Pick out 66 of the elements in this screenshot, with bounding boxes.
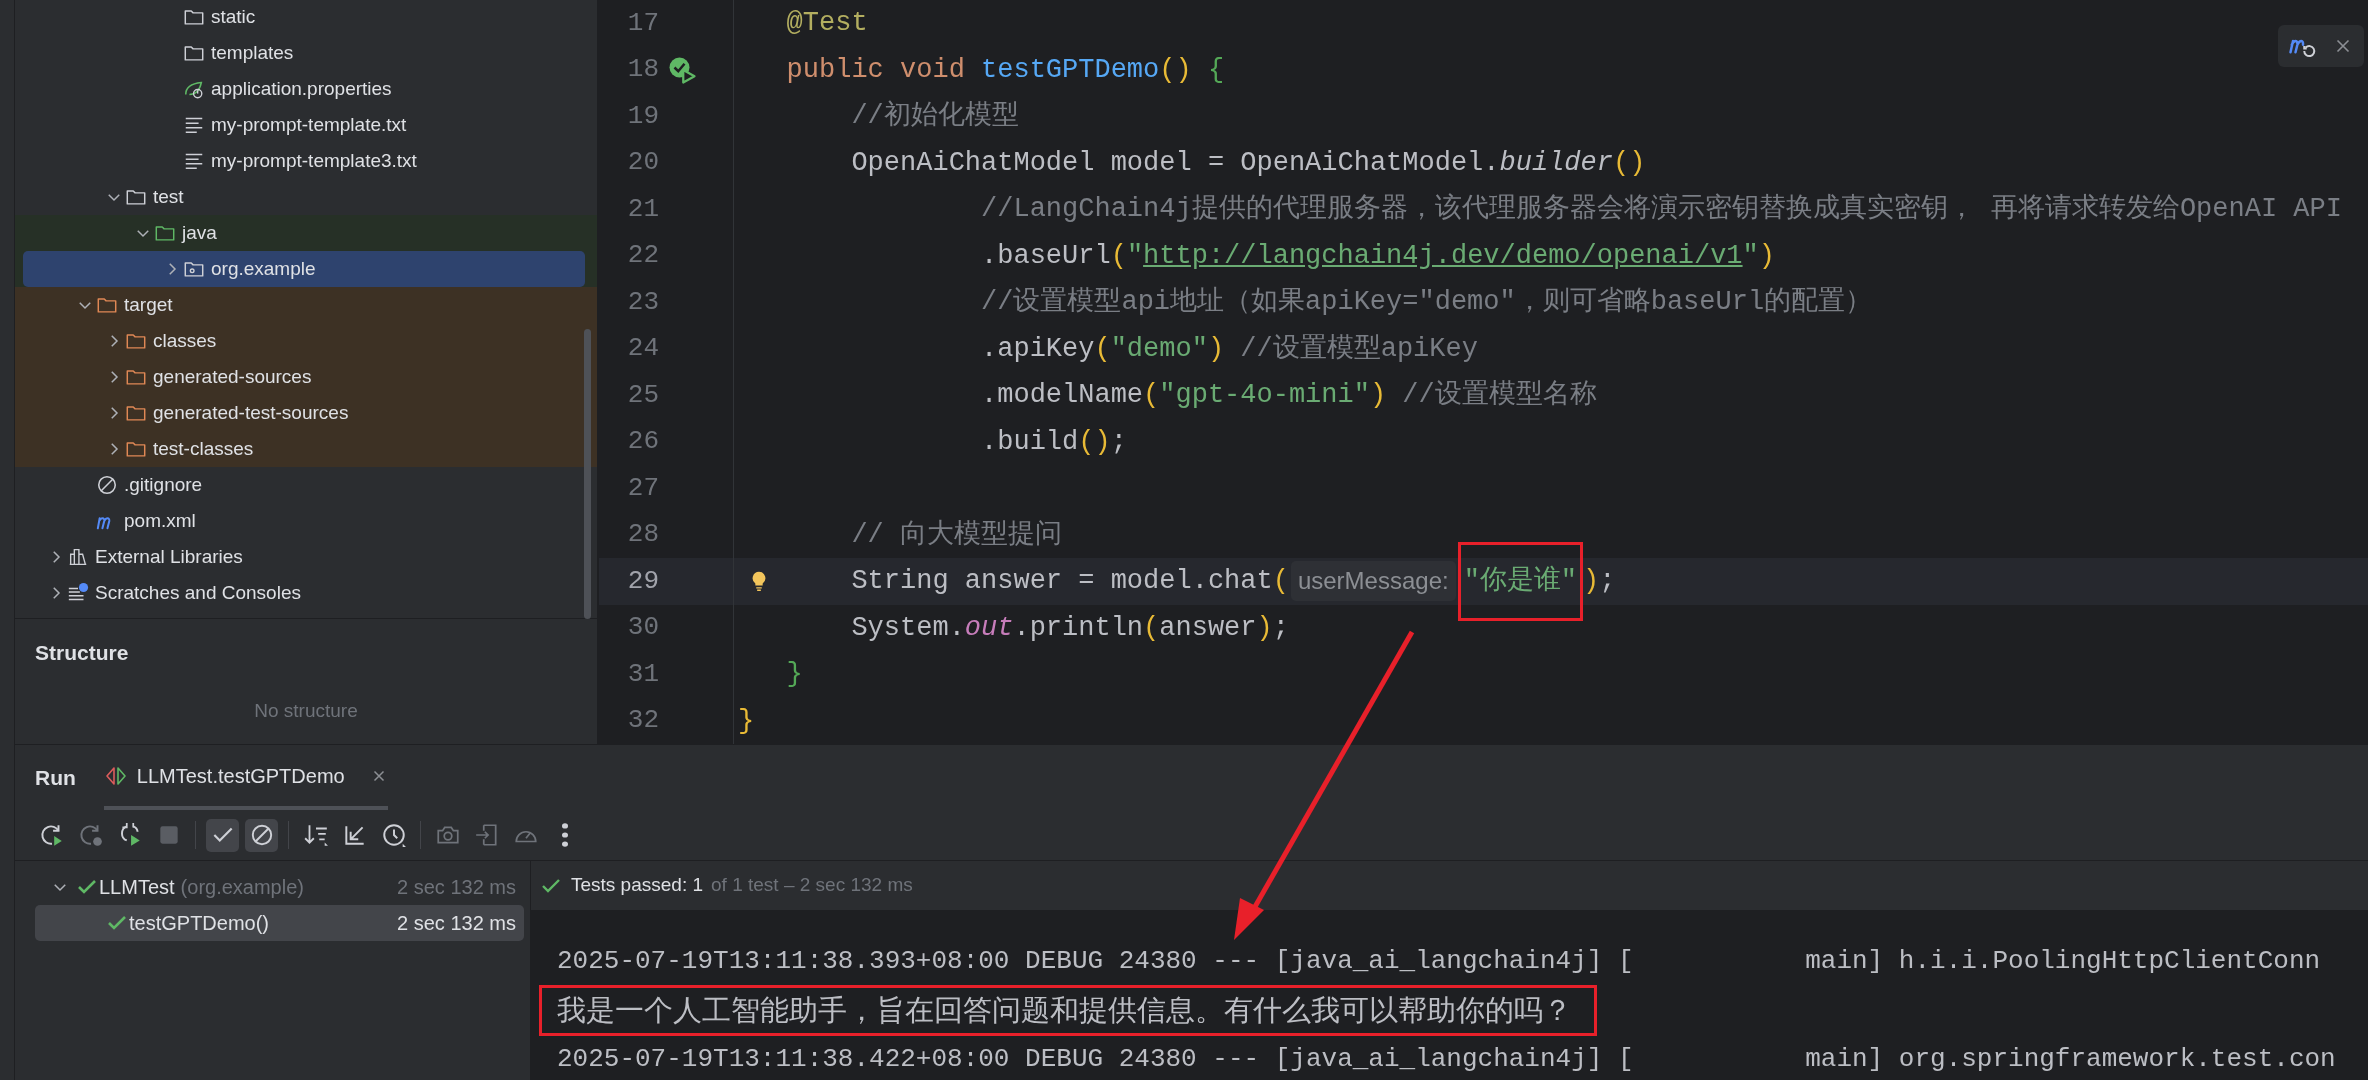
line-number: 29 xyxy=(626,564,659,598)
tree-item[interactable]: External Libraries xyxy=(23,539,585,575)
code-text: //设置模型api地址（如果apiKey="demo"，则可省略baseUrl的配置） xyxy=(981,285,1873,319)
code-text: public void testGPTDemo() { xyxy=(786,53,1225,87)
test-item[interactable]: testGPTDemo() 2 sec 132 ms xyxy=(35,905,524,941)
highlighted-output: 我是一个人工智能助手，旨在回答问题和提供信息。有什么我可以帮助你的吗？ xyxy=(539,984,1597,1037)
prohibited-icon xyxy=(96,474,118,496)
test-item[interactable]: LLMTest (org.example) 2 sec 132 ms xyxy=(35,869,524,905)
code-text: OpenAiChatModel model = OpenAiChatModel.builder() xyxy=(851,146,1646,180)
code-text: //LangChain4j提供的代理服务器，该代理服务器会将演示密钥替换成真实密钥， 再将请求转发给OpenAI API xyxy=(981,192,2342,226)
line-number: 27 xyxy=(626,471,659,505)
panel-title: Run xyxy=(35,764,76,791)
code-text: } xyxy=(738,704,755,738)
sort-icon xyxy=(302,822,329,848)
line-number: 17 xyxy=(626,6,659,40)
code-text: String answer = model.chat( xyxy=(851,565,1289,598)
code-text: .build(); xyxy=(981,425,1127,459)
code-text: .modelName("gpt-4o-mini") //设置模型名称 xyxy=(981,379,1597,412)
line-number: 23 xyxy=(626,285,659,319)
prohibited-button[interactable] xyxy=(245,818,278,852)
tree-item[interactable]: pom.xml xyxy=(23,503,585,539)
tree-item[interactable]: static xyxy=(23,0,585,35)
line-number: 31 xyxy=(626,657,659,691)
line-number: 26 xyxy=(626,425,659,459)
run-tab[interactable]: LLMTest.testGPTDemo xyxy=(103,745,388,810)
tree-item[interactable]: Scratches and Consoles xyxy=(23,575,585,611)
tree-item[interactable]: test xyxy=(23,179,585,215)
code-text: .baseUrl("http://langchain4j.dev/demo/openai/v1") xyxy=(981,239,1775,273)
line-number: 20 xyxy=(626,146,659,180)
line-number: 28 xyxy=(626,518,659,552)
line-number: 18 xyxy=(626,53,659,87)
rerun-icon xyxy=(77,822,104,848)
summary-text: Tests passed: 1 xyxy=(571,873,704,898)
code-text: // 向大模型提问 xyxy=(851,518,1063,552)
code-text: .apiKey("demo") //设置模型apiKey xyxy=(981,332,1478,366)
line-number: 25 xyxy=(626,378,659,412)
code-text: @Test xyxy=(786,7,868,40)
tree-item[interactable]: my-prompt-template3.txt xyxy=(23,143,585,179)
line-number: 30 xyxy=(626,611,659,645)
line-number: 22 xyxy=(626,239,659,273)
tree-item[interactable]: my-prompt-template.txt xyxy=(23,107,585,143)
line-number: 24 xyxy=(626,332,659,366)
console-line: 2025-07-19T13:11:38.393+08:00 DEBUG 24380 --- [java_ai_langchain4j] [ main] h.i.i.PoolingHttpClientConn xyxy=(557,945,2321,978)
line-number: 21 xyxy=(626,192,659,226)
check-button[interactable] xyxy=(206,818,239,852)
empty-message: No structure xyxy=(253,698,359,723)
code-text: ); xyxy=(1583,565,1616,598)
clock-icon xyxy=(380,822,407,848)
tree-item[interactable]: org.example xyxy=(23,251,585,287)
export-icon xyxy=(473,822,500,848)
code-text: } xyxy=(786,658,803,691)
tree-item[interactable]: application.properties xyxy=(23,71,585,107)
line-number: 32 xyxy=(626,704,659,738)
parameter-hint: userMessage: xyxy=(1290,561,1456,602)
tree-item[interactable]: templates xyxy=(23,35,585,71)
highlighted-string: "你是谁" xyxy=(1457,542,1584,621)
console-line: 2025-07-19T13:11:38.422+08:00 DEBUG 24380 --- [java_ai_langchain4j] [ main] org.springframework.test.con xyxy=(557,1043,2336,1076)
more-icon xyxy=(561,822,568,848)
line-number: 19 xyxy=(626,99,659,133)
code-text: System.out.println(answer); xyxy=(851,611,1289,645)
library-icon xyxy=(67,546,89,568)
panel-title: Structure xyxy=(34,640,130,666)
code-text: //初始化模型 xyxy=(851,99,1019,133)
tree-item[interactable]: .gitignore xyxy=(23,467,585,503)
summary-detail: of 1 test – 2 sec 132 ms xyxy=(711,873,913,898)
scrollbar[interactable] xyxy=(584,329,591,619)
